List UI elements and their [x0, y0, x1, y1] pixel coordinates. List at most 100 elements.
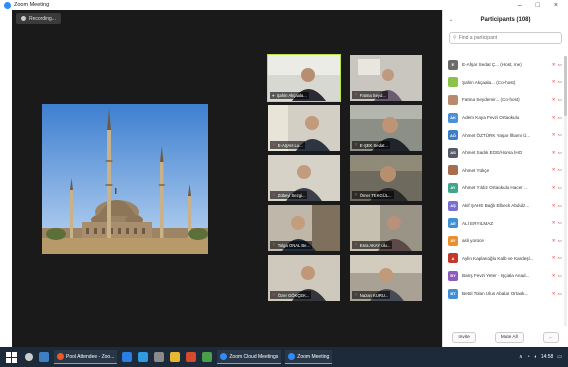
avatar: BT	[448, 288, 458, 299]
invite-button[interactable]: Invite	[452, 332, 476, 343]
windows-start-icon[interactable]	[4, 350, 18, 364]
video-tile[interactable]: ✕ Tolga ONAL Be...	[268, 205, 340, 251]
system-tray: ∧ ◔ ◖ 14:58 ▭	[519, 354, 568, 360]
participants-panel: ⌄ Participants (108) ⚲ E E-Afşar Sedat Ç.…	[442, 10, 568, 347]
participant-row[interactable]: BY Barış Fevzi Yeter - Işçiala Anad... ✕ ▭	[443, 267, 562, 285]
video-tile[interactable]: ✕ E-AŞAH Lu...	[268, 105, 340, 151]
mic-muted-icon: ✕	[551, 255, 556, 261]
participant-row[interactable]: AÖ Ahmet ÖZTÜRK Yaşar İlhami Ü... ✕ ▭	[443, 126, 562, 144]
app-icon[interactable]	[202, 352, 213, 362]
participant-row[interactable]: E E-Afşar Sedat Ç... (Host, me) ✕ ▭	[443, 56, 562, 74]
video-off-icon: ▭	[557, 255, 562, 261]
task-view-icon[interactable]	[39, 352, 49, 362]
recording-indicator[interactable]: Recording...	[16, 13, 61, 24]
participant-row[interactable]: Şahin Akçaala... (Co-host) ✕ ▭	[443, 74, 562, 92]
video-tile[interactable]: ✕ Özer GÖKÇEK...	[268, 255, 340, 301]
taskbar-app-pool[interactable]: Pool Attendee - Zoo...	[54, 350, 118, 364]
mic-muted-icon: ✕	[354, 192, 358, 197]
participant-row[interactable]: AY Ahmet Yıldız Ortaokulu Hacer ... ✕ ▭	[443, 179, 562, 197]
volume-icon[interactable]: ◖	[534, 354, 537, 360]
tile-name: E-AŞAH Lu...	[277, 142, 303, 148]
participant-row[interactable]: AŞ Akif ŞAHE Bağlı Elbeck Abdulz... ✕ ▭	[443, 197, 562, 215]
chevron-up-icon[interactable]: ∧	[519, 354, 523, 360]
mic-muted-icon: ✕	[272, 292, 276, 297]
participant-row[interactable]: AS Ahmet Sadık EGE/Horsa İHO ✕ ▭	[443, 144, 562, 162]
video-off-icon: ▭	[557, 96, 562, 102]
participant-row[interactable]: BT Betül Tolan Ulus Abalar Ortaok... ✕ ▭	[443, 285, 562, 303]
video-off-icon: ▭	[557, 290, 562, 296]
participant-row[interactable]: Fatma Seydemir... (Co-host) ✕ ▭	[443, 91, 562, 109]
video-tile[interactable]: ✕ Zübeyi Sezgi...	[268, 155, 340, 201]
video-tile[interactable]: ✕ Nazan KURU...	[350, 255, 422, 301]
video-off-icon: ▭	[557, 184, 562, 190]
tile-name: Şahin Akçaala...	[276, 93, 307, 98]
taskbar-app-zoom-cloud[interactable]: Zoom Cloud Meetings	[217, 350, 282, 364]
participant-row[interactable]: A Aylin Kaplanoğlu Kalb ve Kardeşl... ✕ ▭	[443, 250, 562, 268]
taskbar-app-label: Zoom Meeting	[297, 353, 330, 360]
mic-muted-icon: ✕	[354, 142, 358, 147]
video-off-icon: ▭	[557, 114, 562, 120]
tile-name: Ömer TEKGÜL...	[359, 192, 392, 198]
participant-search-input[interactable]	[458, 35, 558, 41]
tile-name: Fatma Seyd...	[359, 92, 386, 98]
minimize-button[interactable]: –	[518, 2, 522, 9]
scrollbar-thumb[interactable]	[564, 56, 567, 116]
participant-row[interactable]: Ahmet Yükçe ✕ ▭	[443, 162, 562, 180]
mic-muted-icon: ✕	[272, 142, 276, 147]
search-icon: ⚲	[453, 35, 457, 41]
mic-muted-icon: ✕	[551, 96, 556, 102]
mic-muted-icon: ✕	[551, 132, 556, 138]
mic-muted-icon: ✕	[551, 167, 556, 173]
avatar: E	[448, 59, 458, 70]
mic-muted-icon: ✕	[551, 237, 556, 243]
file-explorer-icon[interactable]	[170, 352, 181, 362]
mic-muted-icon: ✕	[551, 272, 556, 278]
avatar	[448, 77, 458, 88]
participant-row[interactable]: AE ALİ ERYILMAZ ✕ ▭	[443, 214, 562, 232]
tile-name: Zübeyi Sezgi...	[277, 192, 306, 198]
network-icon[interactable]: ◔	[527, 354, 530, 360]
app-icon[interactable]	[154, 352, 165, 362]
video-tile[interactable]: ● Şahin Akçaala...	[267, 54, 341, 102]
close-button[interactable]: ×	[554, 2, 558, 9]
video-tile[interactable]: ✕ Fatma Seyd...	[350, 55, 422, 101]
mute-all-button[interactable]: Mute All	[494, 332, 524, 343]
tile-name: E-ŞEK Sedat...	[359, 142, 388, 148]
avatar: AS	[448, 147, 458, 158]
participant-row[interactable]: AY asli yorüce ✕ ▭	[443, 232, 562, 250]
maximize-button[interactable]: □	[536, 2, 540, 9]
video-off-icon: ▭	[557, 167, 562, 173]
avatar: BY	[448, 270, 458, 281]
mic-icon: ●	[272, 93, 275, 98]
ie-icon[interactable]	[138, 352, 149, 362]
taskbar-app-zoom-meeting[interactable]: Zoom Meeting	[285, 350, 333, 364]
app-icon[interactable]	[186, 352, 197, 362]
video-off-icon: ▭	[557, 220, 562, 226]
mic-muted-icon: ✕	[551, 114, 556, 120]
participant-name: Ahmet ÖZTÜRK Yaşar İlhami Ü...	[462, 132, 531, 138]
video-off-icon: ▭	[557, 202, 562, 208]
notifications-icon[interactable]: ▭	[557, 354, 562, 360]
participant-row[interactable]: AK Adem Kaya Fevzi Ortaokulu ✕ ▭	[443, 109, 562, 127]
title-bar: Zoom Meeting – □ ×	[0, 0, 568, 10]
collapse-chevron-icon[interactable]: ⌄	[449, 17, 453, 23]
tile-name: Özer GÖKÇEK...	[277, 292, 310, 298]
tile-name: Nazan KURU...	[359, 292, 389, 298]
clock[interactable]: 14:58	[541, 354, 554, 360]
more-options-button[interactable]: ...	[542, 332, 559, 343]
participant-search: ⚲	[449, 32, 562, 44]
participant-name: E-Afşar Sedat Ç... (Host, me)	[462, 62, 522, 68]
video-tile[interactable]: ✕ Esra AKAY ulu...	[350, 205, 422, 251]
avatar: A	[448, 253, 458, 264]
video-tile[interactable]: ✕ E-ŞEK Sedat...	[350, 105, 422, 151]
video-off-icon: ▭	[557, 272, 562, 278]
search-icon[interactable]	[25, 353, 33, 361]
participant-name: Ahmet Sadık EGE/Horsa İHO	[462, 150, 523, 156]
video-tile[interactable]: ✕ Ömer TEKGÜL...	[350, 155, 422, 201]
edge-icon[interactable]	[122, 352, 133, 362]
zoom-logo-icon	[4, 1, 11, 9]
mic-muted-icon: ✕	[354, 292, 358, 297]
participant-scrollbar[interactable]	[564, 56, 567, 326]
video-off-icon: ▭	[557, 149, 562, 155]
tile-name: Tolga ONAL Be...	[277, 242, 310, 248]
